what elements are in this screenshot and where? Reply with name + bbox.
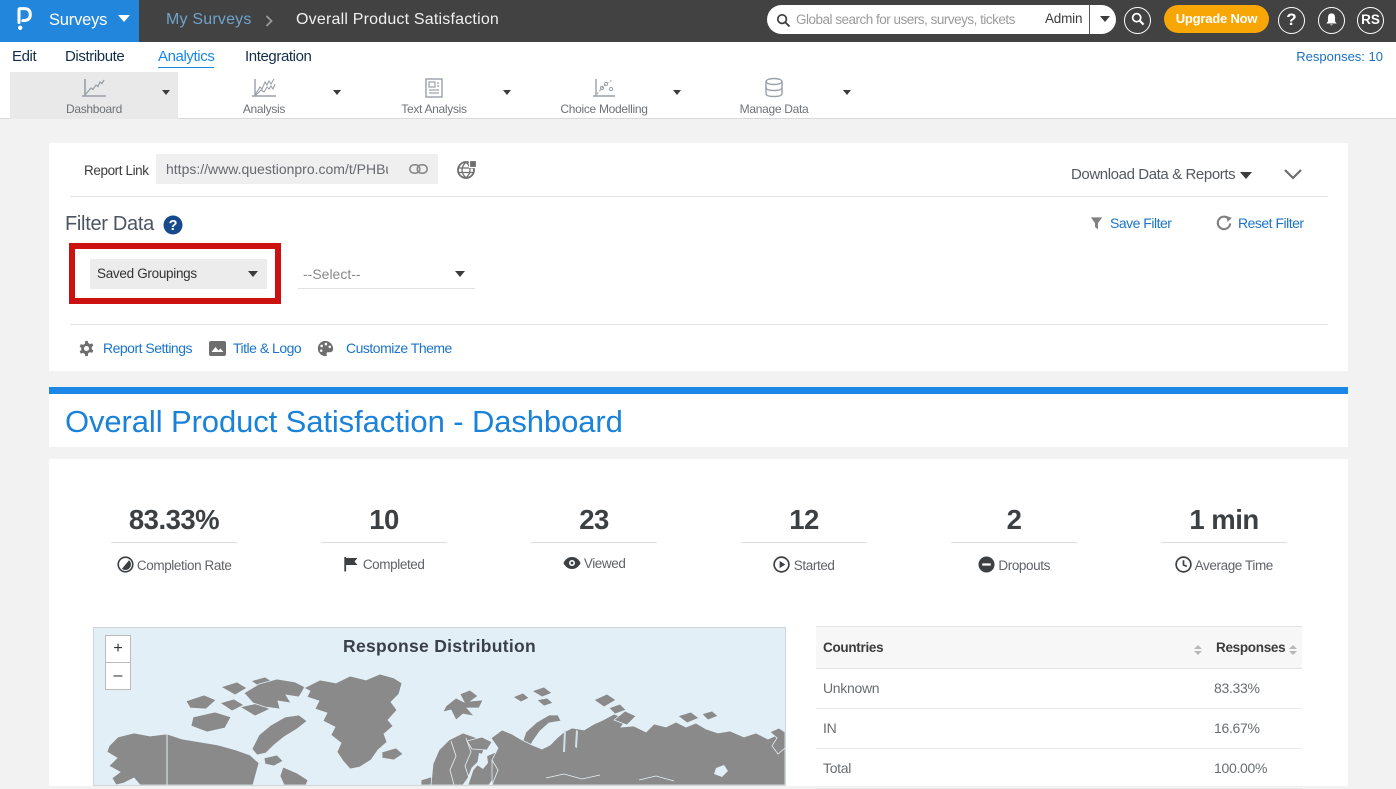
svg-text:?: ? — [169, 218, 178, 234]
